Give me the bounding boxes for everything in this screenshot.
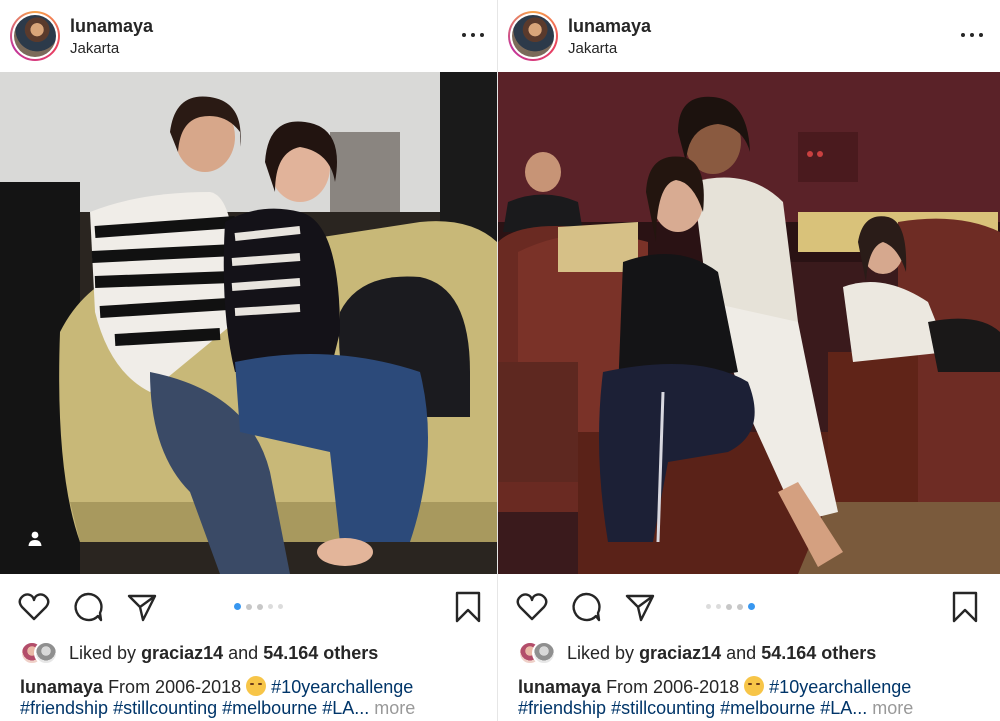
post-header: lunamaya Jakarta	[498, 0, 1000, 72]
bookmark-icon[interactable]	[451, 590, 485, 624]
carousel-dot	[268, 604, 273, 609]
more-options-icon[interactable]	[959, 24, 985, 44]
likes-prefix: Liked by	[69, 642, 137, 663]
caption-text: From 2006-2018	[108, 677, 242, 697]
carousel-indicator	[234, 603, 283, 610]
hashtag[interactable]: #LA...	[820, 698, 867, 718]
heart-icon[interactable]	[17, 590, 51, 624]
post-photo[interactable]	[0, 72, 497, 574]
likes-count[interactable]: 54.164 others	[761, 643, 876, 664]
likes-joiner: and	[726, 642, 757, 663]
photo-2006	[0, 72, 497, 574]
hashtag[interactable]: #melbourne	[720, 698, 815, 718]
photo-2018	[498, 72, 1000, 574]
caption-more-link[interactable]: more	[872, 698, 913, 718]
caption: lunamaya From 2006-2018 #10yearchallenge…	[518, 676, 988, 719]
comment-icon[interactable]	[71, 590, 105, 624]
caption-text: From 2006-2018	[606, 677, 740, 697]
likes-joiner: and	[228, 642, 259, 663]
post-location[interactable]: Jakarta	[70, 40, 119, 57]
hashtag[interactable]: #10yearchallenge	[769, 677, 911, 697]
hashtag[interactable]: #10yearchallenge	[271, 677, 413, 697]
comment-icon[interactable]	[569, 590, 603, 624]
liker-username[interactable]: graciaz14	[639, 643, 721, 664]
more-options-icon[interactable]	[460, 24, 486, 44]
liker-avatars[interactable]	[20, 641, 60, 665]
smiling-face-with-hearts-icon	[246, 676, 267, 696]
carousel-dot	[257, 603, 263, 610]
carousel-indicator	[706, 603, 755, 610]
liker-username[interactable]: graciaz14	[141, 643, 223, 664]
hashtag[interactable]: #melbourne	[222, 698, 317, 718]
post-2018: lunamaya Jakarta Liked by graciaz14 and …	[498, 0, 1000, 721]
carousel-dot	[737, 603, 743, 610]
user-tag-icon[interactable]	[26, 530, 44, 548]
likes-summary: Liked by graciaz14 and 54.164 others	[518, 640, 876, 666]
post-username[interactable]: lunamaya	[568, 16, 651, 37]
carousel-dot	[726, 603, 732, 610]
avatar[interactable]	[508, 11, 558, 61]
liker-avatars[interactable]	[518, 641, 558, 665]
carousel-dot	[246, 603, 252, 610]
heart-icon[interactable]	[515, 590, 549, 624]
hashtag[interactable]: #stillcounting	[113, 698, 217, 718]
likes-summary: Liked by graciaz14 and 54.164 others	[20, 640, 378, 666]
carousel-dot	[706, 604, 711, 609]
paper-plane-icon[interactable]	[125, 590, 159, 624]
caption-username[interactable]: lunamaya	[20, 677, 103, 697]
post-2006: lunamaya Jakarta Liked by graciaz14 and …	[0, 0, 497, 721]
avatar[interactable]	[10, 11, 60, 61]
post-header: lunamaya Jakarta	[0, 0, 497, 72]
caption-username[interactable]: lunamaya	[518, 677, 601, 697]
carousel-dot	[748, 603, 755, 610]
action-bar	[0, 574, 497, 636]
carousel-dot	[716, 604, 721, 609]
post-username[interactable]: lunamaya	[70, 16, 153, 37]
hashtag[interactable]: #friendship	[518, 698, 606, 718]
hashtag[interactable]: #friendship	[20, 698, 108, 718]
likes-count[interactable]: 54.164 others	[263, 643, 378, 664]
hashtag[interactable]: #LA...	[322, 698, 369, 718]
likes-prefix: Liked by	[567, 642, 635, 663]
smiling-face-with-hearts-icon	[744, 676, 765, 696]
carousel-dot	[234, 603, 241, 610]
bookmark-icon[interactable]	[948, 590, 982, 624]
post-location[interactable]: Jakarta	[568, 40, 617, 57]
post-photo[interactable]	[498, 72, 1000, 574]
action-bar	[498, 574, 1000, 636]
carousel-dot	[278, 604, 283, 609]
caption: lunamaya From 2006-2018 #10yearchallenge…	[20, 676, 485, 719]
caption-more-link[interactable]: more	[374, 698, 415, 718]
paper-plane-icon[interactable]	[623, 590, 657, 624]
hashtag[interactable]: #stillcounting	[611, 698, 715, 718]
